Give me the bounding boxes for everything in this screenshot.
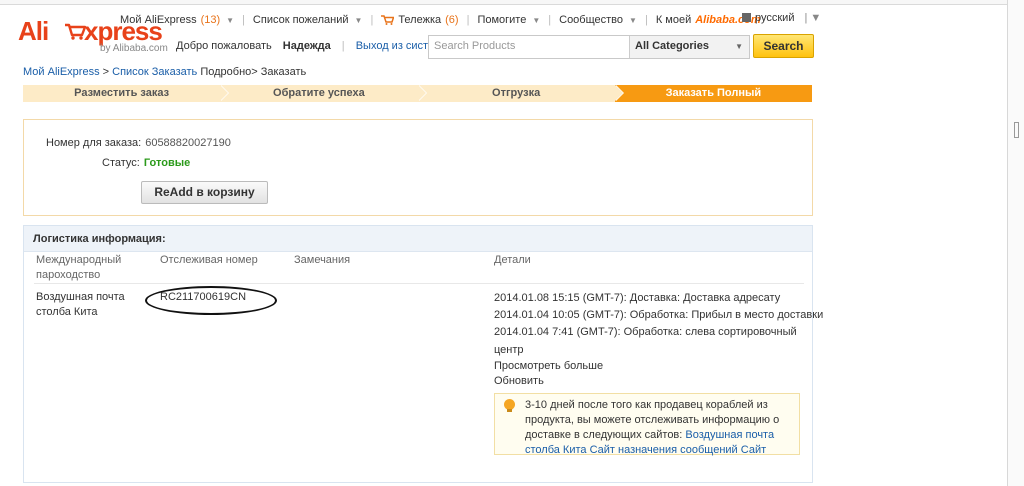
chevron-down-icon: ▼ — [735, 42, 743, 51]
step-arrow-icon — [220, 85, 229, 101]
order-number-label: Номер для заказа: — [46, 137, 142, 149]
step-place-order: Разместить заказ — [23, 85, 230, 102]
breadcrumb-my-aliexpress[interactable]: Мой AliExpress — [23, 66, 100, 78]
logistics-panel: Логистика информация: Международный паро… — [23, 225, 823, 483]
step-arrow-icon — [614, 85, 623, 101]
search-input[interactable] — [429, 36, 635, 56]
nav-wishlist-label: Список пожеланий — [252, 14, 349, 26]
cart-icon — [381, 15, 395, 25]
step-label: Обратите успеха — [273, 87, 365, 99]
order-status-label: Статус: — [102, 157, 140, 169]
nav-help-label: Помогите — [477, 14, 527, 26]
language-flag-icon — [742, 13, 751, 22]
logo-ali-text: Ali — [18, 16, 49, 46]
column-header-carrier: Международный пароходство — [36, 254, 122, 281]
nav-wishlist[interactable]: Список пожеланий ▼ — [245, 14, 371, 26]
logo-by-alibaba: by Alibaba.com — [100, 43, 168, 54]
nav-cart-count: (6) — [445, 14, 459, 26]
category-select[interactable]: All Categories ▼ — [629, 36, 749, 58]
chevron-down-icon: ▼ — [629, 15, 637, 25]
logistics-title: Логистика информация: — [33, 233, 166, 245]
refresh-link[interactable]: Обновить — [494, 375, 544, 387]
nav-community[interactable]: Сообщество ▼ — [551, 14, 645, 26]
step-arrow-icon — [417, 85, 426, 101]
step-label: Разместить заказ — [74, 87, 170, 99]
breadcrumb-sep: > — [99, 66, 113, 78]
search-box: All Categories ▼ — [428, 35, 750, 59]
tracking-notice: 3-10 дней после того как продавец корабл… — [494, 393, 800, 458]
column-header-details: Детали — [494, 254, 531, 266]
chevron-down-icon: ▼ — [532, 15, 541, 25]
order-summary: Номер для заказа: 60588820027190 Статус: Г… — [23, 119, 813, 216]
order-number-value: 60588820027190 — [145, 137, 231, 149]
tracking-event: 2014.01.04 7:41 (GMT-7): Обработка: слев… — [494, 326, 797, 338]
tracking-event: 2014.01.04 10:05 (GMT-7): Обработка: При… — [494, 309, 824, 321]
welcome-separator: | — [341, 40, 345, 52]
browser-top-edge — [0, 0, 1024, 5]
language-label: русский — [755, 12, 795, 24]
handdrawn-circle-annotation — [145, 286, 277, 315]
notice-text: 3-10 дней после того как продавец корабл… — [525, 398, 795, 458]
user-name[interactable]: Надежда — [283, 40, 331, 52]
view-more-link[interactable]: Просмотреть больше — [494, 360, 603, 372]
status-badge: Готовые — [143, 157, 191, 169]
scroll-handle-icon[interactable] — [1014, 122, 1019, 138]
step-order-complete: Заказать Полный — [614, 85, 812, 102]
chevron-down-icon: ▼ — [354, 15, 363, 25]
nav-help[interactable]: Помогите ▼ — [469, 14, 548, 26]
step-payment: Обратите успеха — [220, 85, 427, 102]
table-divider — [34, 283, 804, 284]
nav-my-aliexpress-label: Мой AliExpress — [120, 14, 197, 26]
tracking-event: 2014.01.08 15:15 (GMT-7): Доставка: Дост… — [494, 292, 781, 304]
nav-my-aliexpress-count: (13) — [200, 14, 221, 26]
welcome-bar: Добро пожаловать Надежда | Выход из сист… — [176, 40, 450, 52]
column-header-tracking: Отслеживая номер — [160, 254, 258, 266]
logo-cart-icon — [65, 23, 86, 40]
chevron-down-icon: ▼ — [226, 15, 235, 25]
breadcrumb: Мой AliExpress > Список Заказать Подробн… — [23, 66, 306, 78]
welcome-greeting: Добро пожаловать — [176, 40, 272, 52]
nav-cart[interactable]: Тележка (6) — [373, 14, 466, 26]
nav-cart-label: Тележка — [398, 14, 442, 26]
breadcrumb-current: Подробно> Заказать — [197, 66, 307, 78]
readd-to-cart-button[interactable]: ReAdd в корзину — [141, 181, 268, 204]
step-label: Заказать Полный — [665, 87, 762, 99]
step-label: Отгрузка — [492, 87, 541, 99]
scrollbar[interactable] — [1007, 0, 1024, 486]
breadcrumb-orders[interactable]: Список Заказать — [112, 66, 197, 78]
lightbulb-icon — [504, 399, 515, 412]
language-selector[interactable]: русский | ▼ — [742, 12, 821, 24]
order-number-row: Номер для заказа: 60588820027190 — [46, 137, 231, 149]
nav-my-aliexpress[interactable]: Мой AliExpress (13) ▼ — [112, 14, 242, 26]
tracking-event: центр — [494, 344, 524, 356]
order-status-row: Статус: Готовые — [102, 157, 190, 169]
category-select-value: All Categories — [635, 40, 709, 52]
logistics-header: Логистика информация: — [24, 226, 812, 252]
carrier-name: Воздушная почта столба Кита — [36, 291, 125, 318]
nav-my-alibaba-label: К моей — [655, 14, 692, 26]
chevron-down-icon: | ▼ — [804, 12, 822, 24]
search-button[interactable]: Search — [753, 34, 814, 58]
nav-community-label: Сообщество — [559, 14, 624, 26]
step-shipping: Отгрузка — [417, 85, 624, 102]
top-navigation: Мой AliExpress (13) ▼ | Список пожеланий… — [112, 12, 769, 28]
column-header-notes: Замечания — [294, 254, 351, 266]
order-progress: Разместить заказ Обратите успеха Отгрузк… — [23, 85, 812, 102]
